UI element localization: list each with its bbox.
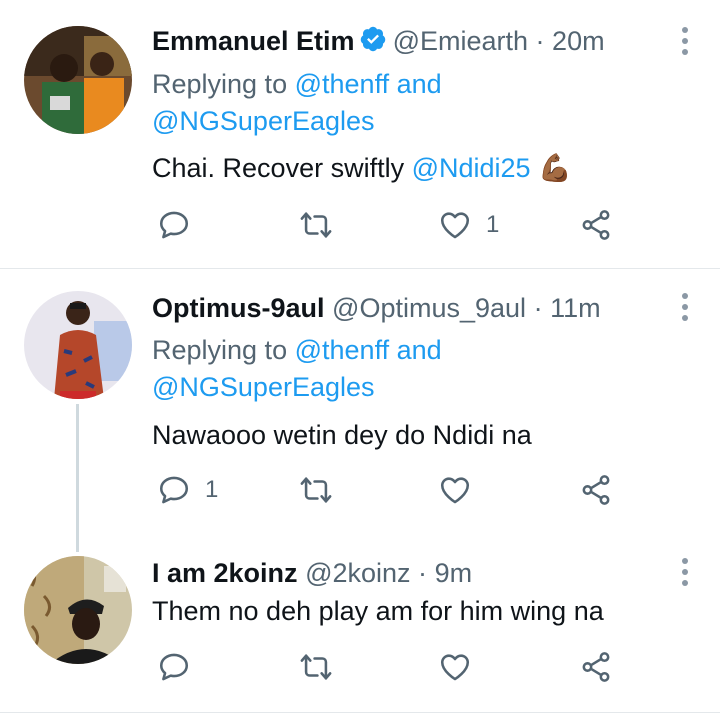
retweet-icon [300,212,332,238]
replying-prefix: Replying to [152,335,288,365]
like-icon [440,477,470,504]
timestamp[interactable]: 9m [435,558,473,588]
avatar[interactable] [24,556,132,664]
tweet-text: Nawaooo wetin dey do Ndidi na [152,420,532,450]
replying-prefix: Replying to [152,69,288,99]
mention-link[interactable]: @NGSuperEagles [152,372,375,402]
replying-and: and [396,335,442,365]
share-button[interactable] [579,208,613,242]
mention-link[interactable]: @thenff [295,69,389,99]
tweet-header: I am 2koinz @2koinz · 9m [152,557,472,589]
flexed-biceps-emoji: 💪🏾 [538,153,572,183]
display-name[interactable]: Emmanuel Etim [152,26,355,56]
share-icon [582,475,610,505]
like-button[interactable]: 1 [438,208,499,242]
timestamp[interactable]: 11m [550,293,601,323]
more-icon[interactable] [680,558,690,592]
replying-and: and [396,69,442,99]
share-button[interactable] [579,473,613,507]
like-button[interactable] [438,650,486,684]
tweet-actions [0,650,720,690]
avatar[interactable] [24,26,132,134]
mention-link[interactable]: @NGSuperEagles [152,106,375,136]
divider [0,712,720,713]
replying-to: Replying to @thenff and @NGSuperEagles [152,332,442,406]
retweet-button[interactable] [299,650,347,684]
tweet-text: Chai. Recover swiftly @Ndidi25 💪🏾 [152,152,572,184]
like-count: 1 [486,211,500,238]
separator: · [533,293,543,323]
tweet[interactable]: Optimus-9aul @Optimus_9aul · 11m Replyin… [0,269,720,552]
reply-button[interactable] [157,650,205,684]
share-icon [582,210,610,240]
more-icon[interactable] [680,27,690,61]
tweet[interactable]: I am 2koinz @2koinz · 9m Them no deh pla… [0,540,720,714]
retweet-icon [300,654,332,680]
share-button[interactable] [579,650,613,684]
tweet-actions: 1 [0,473,720,513]
tweet-text-plain: Chai. Recover swiftly [152,153,405,183]
like-icon [440,212,470,239]
avatar[interactable] [24,291,132,399]
like-button[interactable] [438,473,486,507]
tweet-text: Them no deh play am for him wing na [152,596,604,626]
tweet-header: Optimus-9aul @Optimus_9aul · 11m [152,292,601,324]
retweet-button[interactable] [299,473,347,507]
reply-count: 1 [205,476,219,503]
tweet-header: Emmanuel Etim @Emiearth · 20m [152,25,605,57]
tweet-actions: 1 [0,208,720,248]
reply-button[interactable]: 1 [157,473,218,507]
separator: · [535,26,545,56]
handle[interactable]: @Optimus_9aul [332,293,526,323]
reply-icon [159,211,189,239]
like-icon [440,654,470,681]
handle[interactable]: @Emiearth [393,26,528,56]
retweet-icon [300,477,332,503]
more-icon[interactable] [680,293,690,327]
tweet[interactable]: Emmanuel Etim @Emiearth · 20m Replying to… [0,0,720,268]
display-name[interactable]: Optimus-9aul [152,293,325,323]
verified-icon [359,25,387,53]
separator: · [418,558,428,588]
mention-link[interactable]: @thenff [295,335,389,365]
retweet-button[interactable] [299,208,347,242]
handle[interactable]: @2koinz [305,558,410,588]
reply-icon [159,476,189,504]
reply-icon [159,653,189,681]
replying-to: Replying to @thenff and @NGSuperEagles [152,66,442,140]
mention-link[interactable]: @Ndidi25 [412,153,531,183]
timestamp[interactable]: 20m [552,26,605,56]
reply-button[interactable] [157,208,205,242]
share-icon [582,652,610,682]
display-name[interactable]: I am 2koinz [152,558,298,588]
